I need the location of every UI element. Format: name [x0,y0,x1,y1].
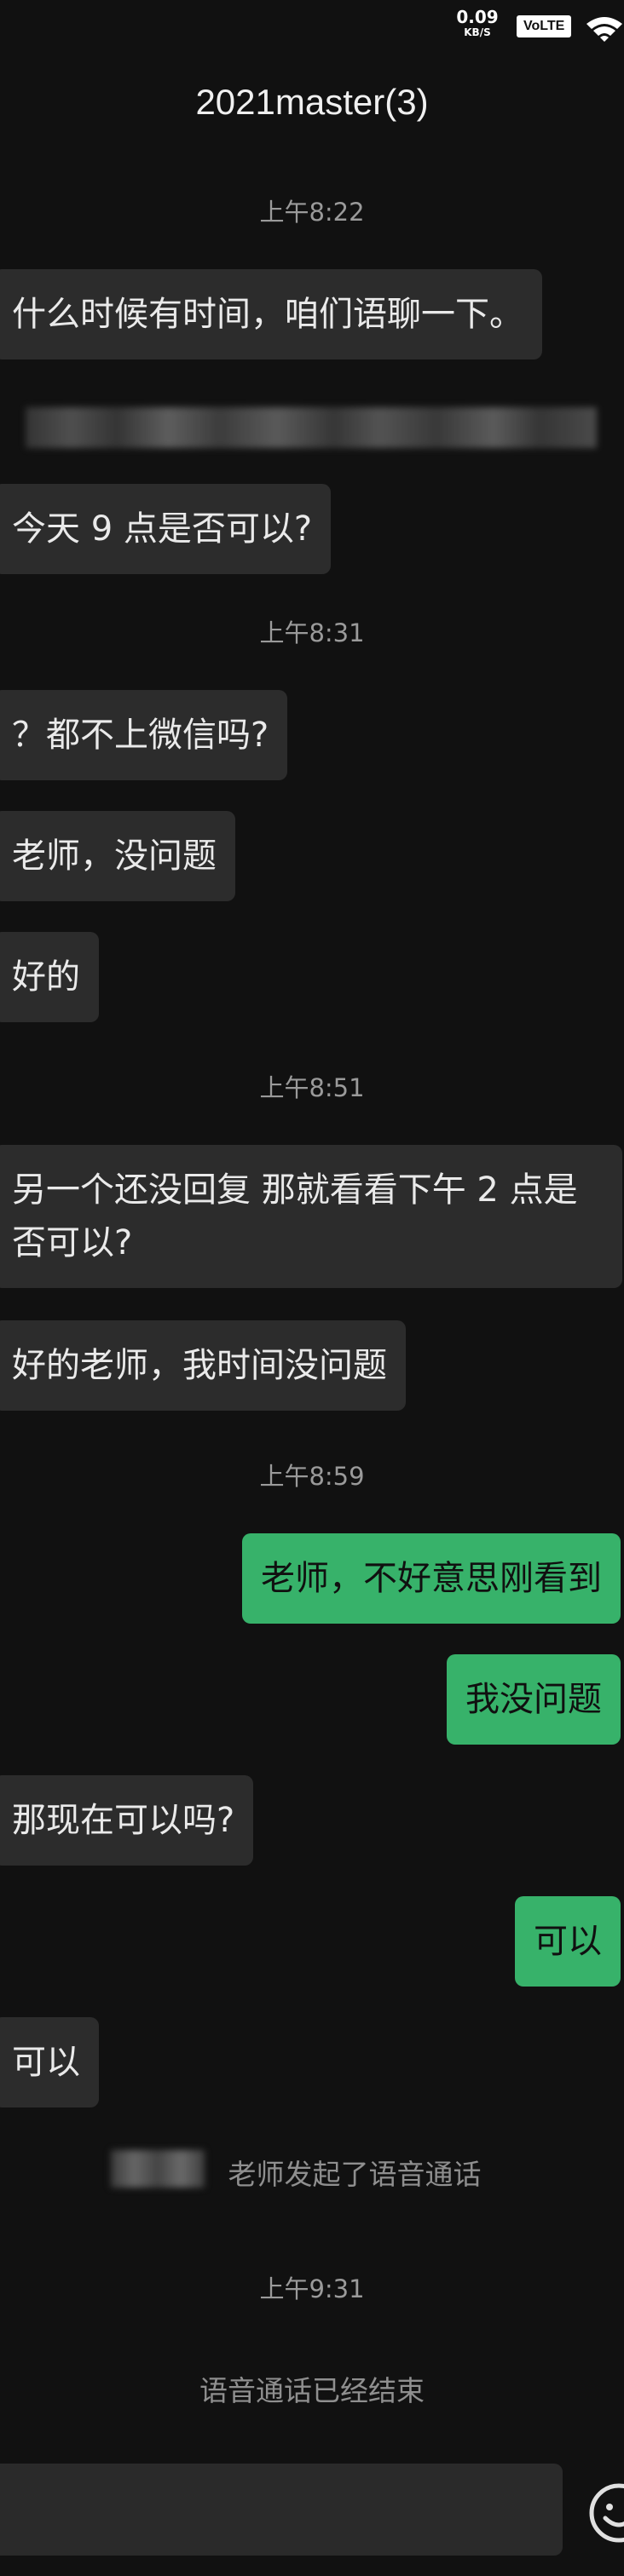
incoming-message[interactable]: 那现在可以吗? [0,1775,254,1866]
message-input[interactable] [0,2464,563,2556]
incoming-message[interactable]: 老师，没问题 [0,811,235,901]
incoming-message[interactable]: 好的老师，我时间没问题 [0,1320,406,1411]
outgoing-message[interactable]: 可以 [515,1896,621,1987]
input-bar [0,2445,624,2576]
volte-badge: VoLTE [517,15,572,37]
incoming-message[interactable]: ？都不上微信吗? [0,690,288,780]
blurred-content [26,407,597,448]
incoming-message[interactable]: 另一个还没回复 那就看看下午 2 点是否可以? [0,1145,622,1288]
emoji-face-icon[interactable] [588,2482,624,2544]
incoming-message[interactable]: 好的 [0,932,99,1022]
outgoing-message[interactable]: 我没问题 [447,1654,621,1745]
wifi-icon [586,17,622,42]
timestamp: 上午9:31 [259,2274,365,2303]
incoming-message[interactable]: 什么时候有时间，咱们语聊一下。 [0,269,542,359]
network-speed-value: 0.09 [456,7,499,27]
chat-title: 2021master(3) [195,82,429,122]
incoming-message[interactable]: 可以 [0,2017,99,2107]
network-speed: 0.09 KB/S [455,9,500,37]
timestamp: 上午8:59 [259,1462,365,1491]
timestamp: 上午8:31 [259,618,365,647]
timestamp: 上午8:22 [259,198,365,227]
incoming-message[interactable]: 今天 9 点是否可以? [0,484,332,574]
network-speed-unit: KB/S [464,26,491,38]
status-bar: 0.09 KB/S VoLTE [0,0,624,48]
timestamp: 上午8:51 [259,1073,365,1102]
outgoing-message[interactable]: 老师，不好意思刚看到 [242,1533,621,1624]
voice-call-ended-notice: 语音通话已经结束 [199,2374,425,2407]
voice-call-started-notice: 老师发起了语音通话 [228,2158,482,2191]
